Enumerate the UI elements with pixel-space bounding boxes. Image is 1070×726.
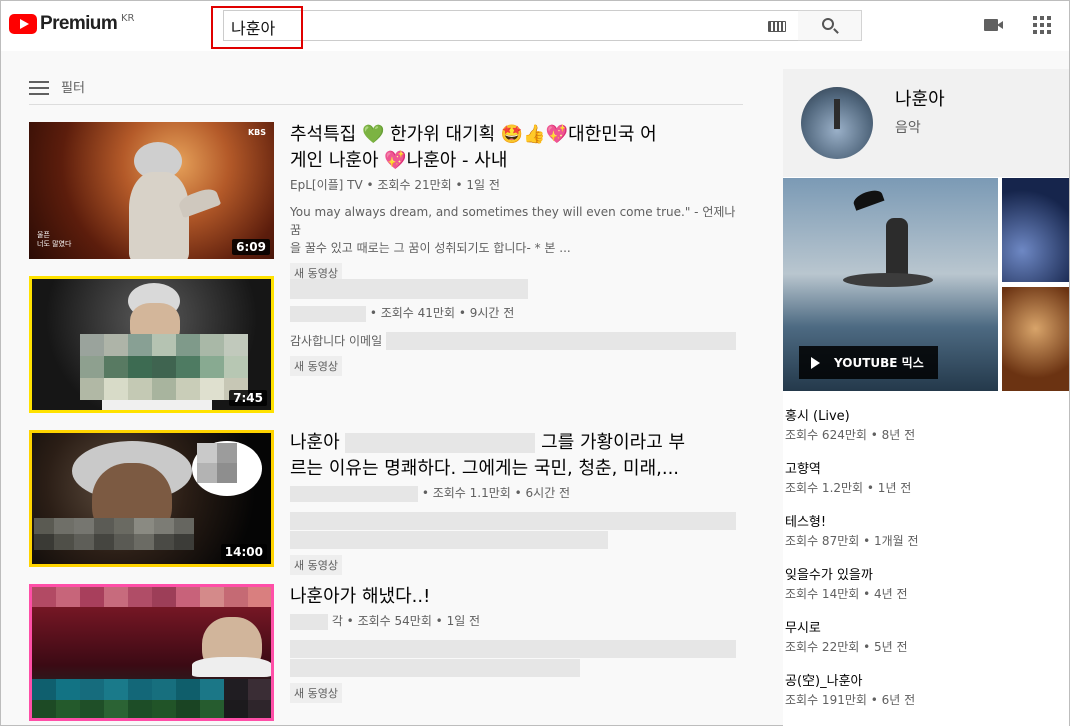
blurred-region [34, 518, 194, 550]
result-info: • 조회수 41만회 • 9시간 전 감사합니다 이메일 새 동영상 [290, 276, 750, 376]
new-video-badge: 새 동영상 [290, 356, 342, 376]
apps-grid-icon[interactable] [1033, 16, 1051, 34]
artist-category: 음악 [895, 120, 921, 136]
result-info: 나훈아 그를 가황이라고 부 르는 이유는 명쾌하다. 그에게는 국민, 청춘,… [290, 430, 750, 575]
video-title[interactable]: 나훈아 그를 가황이라고 부 르는 이유는 명쾌하다. 그에게는 국민, 청춘,… [290, 430, 750, 482]
video-thumbnail[interactable]: 14:00 [29, 430, 274, 567]
rock-shape [843, 273, 933, 287]
song-list: 홍시 (Live) 조회수 624만회 • 8년 전 고향역 조회수 1.2만회… [783, 407, 1069, 725]
blurred-region [32, 587, 271, 607]
video-title[interactable]: 나훈아가 해냈다..! [290, 584, 750, 610]
song-meta: 조회수 191만회 • 6년 전 [785, 693, 916, 707]
search-button[interactable] [798, 10, 862, 41]
figure-shape [886, 218, 908, 276]
video-thumbnail[interactable]: 7:45 [29, 276, 274, 413]
youtube-mix-button[interactable]: YOUTUBE 믹스 [799, 346, 938, 379]
song-title: 잊을수가 있을까 [785, 568, 873, 583]
song-item[interactable]: 잊을수가 있을까 조회수 14만회 • 4년 전 [783, 566, 1069, 619]
youtube-logo[interactable]: Premium KR [9, 13, 135, 35]
blurred-region [32, 679, 271, 718]
song-meta: 조회수 624만회 • 8년 전 [785, 428, 916, 442]
youtube-mix-label: YOUTUBE 믹스 [834, 356, 924, 370]
video-description-blurred [290, 640, 750, 677]
video-duration: 6:09 [232, 239, 270, 255]
result-info: 추석특집 💚 한가위 대기획 🤩👍💖대한민국 어 게인 나훈아 💖나훈아 - 사… [290, 122, 750, 283]
play-icon [811, 356, 820, 369]
search-icon [822, 18, 834, 30]
song-meta: 조회수 22만회 • 5년 전 [785, 640, 908, 654]
logo-text: Premium [40, 13, 118, 34]
search-input[interactable]: 나훈아 [223, 10, 799, 41]
keyboard-icon[interactable] [768, 21, 786, 32]
mix-side-thumbnail[interactable] [1002, 178, 1069, 282]
top-bar: Premium KR 나훈아 [1, 1, 1069, 51]
song-meta: 조회수 14만회 • 4년 전 [785, 587, 908, 601]
song-title: 테스형! [785, 515, 827, 530]
song-title: 공(空)_나훈아 [785, 674, 863, 689]
kbs-logo: KBS [247, 128, 266, 137]
artist-header[interactable]: 나훈아 음악 [783, 69, 1069, 177]
umbrella-shape [851, 187, 885, 211]
mix-side-thumbnail[interactable] [1002, 287, 1069, 391]
new-video-badge: 새 동영상 [290, 554, 342, 575]
artist-name[interactable]: 나훈아 [895, 85, 945, 111]
video-title[interactable]: 추석특집 💚 한가위 대기획 🤩👍💖대한민국 어 게인 나훈아 💖나훈아 - 사… [290, 122, 750, 174]
artist-avatar[interactable] [801, 87, 873, 159]
song-item[interactable]: 고향역 조회수 1.2만회 • 1년 전 [783, 460, 1069, 513]
song-meta: 조회수 87만회 • 1개월 전 [785, 534, 919, 548]
result-info: 나훈아가 해냈다..! 각 • 조회수 54만회 • 1일 전 새 동영상 [290, 584, 750, 703]
blurred-region [80, 334, 248, 400]
thumbnail-caption: 울픈 너도 말였다 [37, 231, 72, 248]
song-title: 고향역 [785, 462, 821, 477]
youtube-play-icon [9, 14, 37, 34]
video-meta: • 조회수 41만회 • 9시간 전 [290, 304, 750, 322]
song-title: 홍시 (Live) [785, 409, 850, 424]
filter-divider [29, 104, 743, 105]
mix-thumbnail[interactable]: YOUTUBE 믹스 [783, 178, 998, 391]
video-meta: • 조회수 1.1만회 • 6시간 전 [290, 484, 750, 502]
artist-panel: 나훈아 음악 YOUTUBE 믹스 홍시 (Live) 조회수 624만회 • … [783, 69, 1069, 726]
new-video-badge: 새 동영상 [290, 682, 342, 703]
video-duration: 14:00 [220, 544, 267, 560]
filter-icon [29, 78, 49, 96]
video-create-icon[interactable] [984, 19, 1003, 31]
logo-region: KR [121, 13, 135, 24]
video-description: You may always dream, and sometimes they… [290, 205, 736, 255]
video-description: 감사합니다 이메일 [290, 332, 750, 350]
video-meta: EpL[이플] TV • 조회수 21만회 • 1일 전 [290, 178, 500, 192]
filter-button[interactable]: 필터 [29, 77, 85, 96]
song-item[interactable]: 무시로 조회수 22만회 • 5년 전 [783, 619, 1069, 672]
blurred-region [197, 443, 237, 483]
video-title-blurred[interactable] [290, 276, 750, 302]
song-item[interactable]: 테스형! 조회수 87만회 • 1개월 전 [783, 513, 1069, 566]
video-description-blurred [290, 512, 750, 549]
video-thumbnail[interactable]: KBS 울픈 너도 말였다 6:09 [29, 122, 274, 259]
video-duration: 7:45 [229, 390, 267, 406]
song-item[interactable]: 공(空)_나훈아 조회수 191만회 • 6년 전 [783, 672, 1069, 725]
video-thumbnail[interactable] [29, 584, 274, 721]
song-title: 무시로 [785, 621, 821, 636]
video-meta: 각 • 조회수 54만회 • 1일 전 [290, 612, 750, 630]
filter-label: 필터 [61, 81, 85, 96]
search-highlight-box [211, 6, 303, 49]
song-meta: 조회수 1.2만회 • 1년 전 [785, 481, 912, 495]
song-item[interactable]: 홍시 (Live) 조회수 624만회 • 8년 전 [783, 407, 1069, 460]
